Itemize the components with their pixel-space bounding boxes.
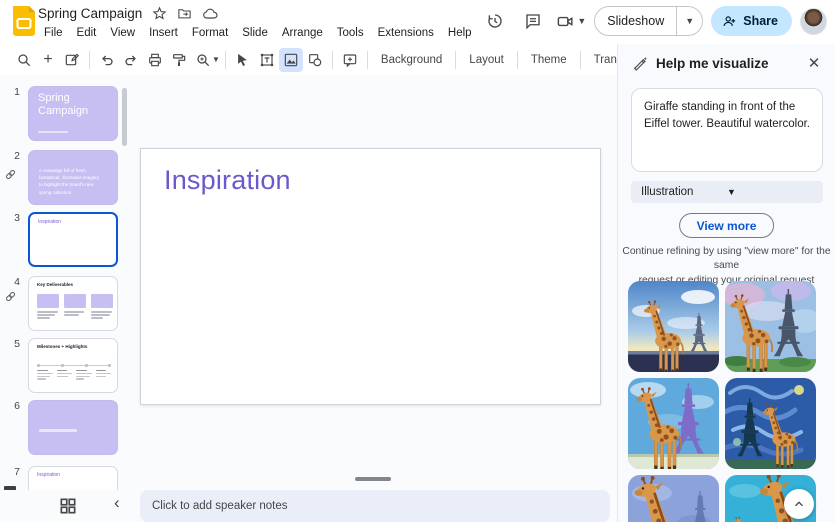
share-label: Share [743,14,778,28]
chevron-down-icon: ▼ [727,187,813,197]
prompt-textarea[interactable]: Giraffe standing in front of the Eiffel … [631,88,823,172]
person-add-icon [722,14,737,29]
speaker-notes-input[interactable]: Click to add speaker notes [140,490,610,522]
slide-number: 5 [6,338,20,350]
menu-arrange[interactable]: Arrange [276,25,329,41]
thumb-title: Inspiration [37,472,60,478]
style-dropdown[interactable]: Illustration ▼ [631,181,823,203]
prompt-text: Giraffe standing in front of the Eiffel … [644,99,810,134]
generated-image-5[interactable] [628,475,719,522]
zoom-dropdown-caret[interactable]: ▼ [212,55,220,64]
grid-view-icon[interactable] [58,496,78,516]
magic-pen-icon [632,55,648,71]
slide-number: 1 [6,86,20,98]
print-icon[interactable] [143,48,167,72]
generated-images-grid [628,281,816,522]
slide-canvas[interactable]: Inspiration [140,148,601,405]
insert-shape-icon[interactable] [303,48,327,72]
link-icon [4,290,17,303]
cloud-saved-icon[interactable] [202,6,217,21]
version-history-icon[interactable] [480,6,510,36]
chevron-down-icon: ▼ [577,16,586,26]
text-box-icon[interactable] [255,48,279,72]
new-slide-icon[interactable]: + [36,48,60,72]
slide-number: 3 [6,212,20,224]
thumb-title: Milestones + Highlights [37,344,87,349]
slideshow-button[interactable]: Slideshow ▼ [594,6,703,36]
thumb-body: A campaign full of fresh, fantastical, i… [39,167,101,196]
generated-image-3[interactable] [628,378,719,469]
comments-icon[interactable] [518,6,548,36]
panel-title: Help me visualize [656,56,797,71]
menu-extensions[interactable]: Extensions [372,25,440,41]
insert-image-icon[interactable] [279,48,303,72]
close-icon[interactable]: ✕ [805,54,823,72]
slideshow-label[interactable]: Slideshow [595,7,676,35]
toolbar: + ▼ Background Layout Theme Transition ⋮ [0,44,617,75]
menu-file[interactable]: File [38,25,69,41]
move-folder-icon[interactable] [177,6,192,21]
redo-icon[interactable] [119,48,143,72]
thumb-title: Spring Campaign [38,92,102,118]
document-title[interactable]: Spring Campaign [38,6,142,21]
menu-tools[interactable]: Tools [331,25,370,41]
slide-number: 2 [6,150,20,162]
insert-comment-icon[interactable] [338,48,362,72]
slide-number: 7 [6,466,20,478]
menu-bar: File Edit View Insert Format Slide Arran… [38,25,478,41]
generated-image-1[interactable] [628,281,719,372]
scroll-up-button[interactable] [784,489,814,519]
notes-resize-handle[interactable] [355,477,391,481]
menu-slide[interactable]: Slide [236,25,274,41]
filmstrip-scrollbar[interactable] [122,88,127,146]
collapse-filmstrip-icon[interactable]: ‹ [114,493,120,513]
search-menus-icon[interactable] [12,48,36,72]
menu-help[interactable]: Help [442,25,478,41]
menu-view[interactable]: View [104,25,141,41]
share-button[interactable]: Share [711,6,792,36]
star-icon[interactable] [152,6,167,21]
new-slide-layout-icon[interactable] [60,48,84,72]
bottom-bar: ‹ Click to add speaker notes [0,490,617,522]
slide-number: 4 [6,276,20,288]
generated-image-4[interactable] [725,378,816,469]
menu-edit[interactable]: Edit [71,25,103,41]
style-dropdown-value: Illustration [641,186,727,198]
layout-button[interactable]: Layout [461,50,512,70]
help-me-visualize-panel: Help me visualize ✕ Giraffe standing in … [617,44,835,522]
view-more-button[interactable]: View more [679,213,775,238]
menu-format[interactable]: Format [186,25,234,41]
account-avatar[interactable] [800,8,827,35]
slides-logo-icon[interactable] [11,6,37,36]
slide-title-text[interactable]: Inspiration [164,165,291,196]
app-bar: Spring Campaign File Edit View Insert Fo… [0,0,835,44]
thumb-title: Inspiration [38,219,61,225]
link-icon [4,168,17,181]
slide-number: 6 [6,400,20,412]
undo-icon[interactable] [95,48,119,72]
thumb-title: Key Deliverables [37,282,73,287]
theme-button[interactable]: Theme [523,50,575,70]
background-button[interactable]: Background [373,50,450,70]
select-tool-icon[interactable] [231,48,255,72]
slideshow-dropdown[interactable]: ▼ [676,7,702,35]
generated-image-2[interactable] [725,281,816,372]
menu-insert[interactable]: Insert [143,25,184,41]
meet-camera-button[interactable]: ▼ [556,12,586,31]
paint-format-icon[interactable] [167,48,191,72]
google-slides-window: Spring Campaign File Edit View Insert Fo… [0,0,835,522]
speaker-notes-placeholder: Click to add speaker notes [152,500,288,512]
chevron-up-icon [792,497,806,511]
